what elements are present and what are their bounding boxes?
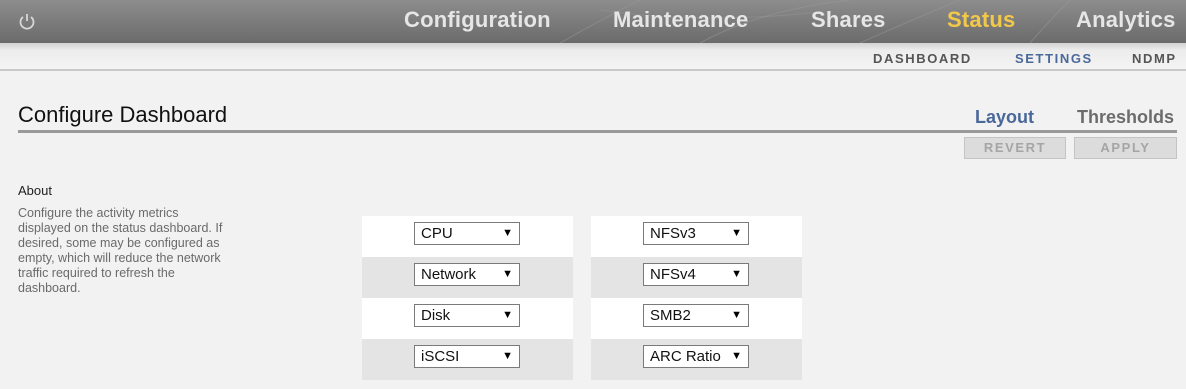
metric-slot: Network ▼ (362, 257, 573, 298)
metric-select-value: Network (421, 266, 477, 283)
metric-slot: SMB2 ▼ (591, 298, 802, 339)
revert-button[interactable]: REVERT (964, 137, 1066, 159)
metric-select-arc-ratio[interactable]: ARC Ratio ▼ (643, 345, 749, 368)
subnav-dashboard[interactable]: DASHBOARD (873, 51, 972, 66)
page-title: Configure Dashboard (18, 102, 228, 127)
metric-slot: iSCSI ▼ (362, 339, 573, 380)
dropdown-arrow-icon: ▼ (502, 227, 513, 239)
dropdown-arrow-icon: ▼ (502, 268, 513, 280)
metric-select-disk[interactable]: Disk ▼ (414, 304, 520, 327)
metric-select-value: SMB2 (650, 307, 691, 324)
nav-maintenance[interactable]: Maintenance (613, 7, 748, 33)
nav-status[interactable]: Status (947, 7, 1015, 33)
about-heading: About (18, 183, 52, 198)
tab-layout[interactable]: Layout (975, 107, 1034, 128)
subnav-settings[interactable]: SETTINGS (1015, 51, 1093, 66)
subnav-ndmp[interactable]: NDMP (1132, 51, 1177, 66)
metric-slot: Disk ▼ (362, 298, 573, 339)
metrics-column-right: NFSv3 ▼ NFSv4 ▼ SMB2 ▼ ARC Ratio ▼ (591, 216, 802, 380)
metric-select-nfsv3[interactable]: NFSv3 ▼ (643, 222, 749, 245)
dropdown-arrow-icon: ▼ (731, 309, 742, 321)
dropdown-arrow-icon: ▼ (731, 350, 742, 362)
metric-select-value: ARC Ratio (650, 348, 721, 365)
metric-select-network[interactable]: Network ▼ (414, 263, 520, 286)
metric-slot: NFSv3 ▼ (591, 216, 802, 257)
metric-select-iscsi[interactable]: iSCSI ▼ (414, 345, 520, 368)
metric-slot: CPU ▼ (362, 216, 573, 257)
nav-configuration[interactable]: Configuration (404, 7, 551, 33)
tab-thresholds[interactable]: Thresholds (1077, 107, 1174, 128)
metric-select-value: NFSv3 (650, 225, 696, 242)
dropdown-arrow-icon: ▼ (731, 268, 742, 280)
metric-slot: ARC Ratio ▼ (591, 339, 802, 380)
nav-shares[interactable]: Shares (811, 7, 886, 33)
metric-select-nfsv4[interactable]: NFSv4 ▼ (643, 263, 749, 286)
metric-select-value: NFSv4 (650, 266, 696, 283)
power-icon[interactable] (14, 10, 40, 32)
metrics-column-left: CPU ▼ Network ▼ Disk ▼ iSCSI ▼ (362, 216, 573, 380)
dropdown-arrow-icon: ▼ (502, 350, 513, 362)
about-description: Configure the activity metrics displayed… (18, 206, 223, 295)
dropdown-arrow-icon: ▼ (731, 227, 742, 239)
sub-navigation-bar: DASHBOARD SETTINGS NDMP (0, 43, 1186, 71)
header-divider (18, 130, 1177, 133)
metric-slot: NFSv4 ▼ (591, 257, 802, 298)
nav-analytics[interactable]: Analytics (1076, 7, 1176, 33)
metric-select-smb2[interactable]: SMB2 ▼ (643, 304, 749, 327)
metric-select-value: Disk (421, 307, 451, 324)
metric-select-value: iSCSI (421, 348, 460, 365)
dropdown-arrow-icon: ▼ (502, 309, 513, 321)
metric-select-value: CPU (421, 225, 453, 242)
metric-select-cpu[interactable]: CPU ▼ (414, 222, 520, 245)
top-navigation-bar: Configuration Maintenance Shares Status … (0, 0, 1186, 43)
apply-button[interactable]: APPLY (1074, 137, 1177, 159)
